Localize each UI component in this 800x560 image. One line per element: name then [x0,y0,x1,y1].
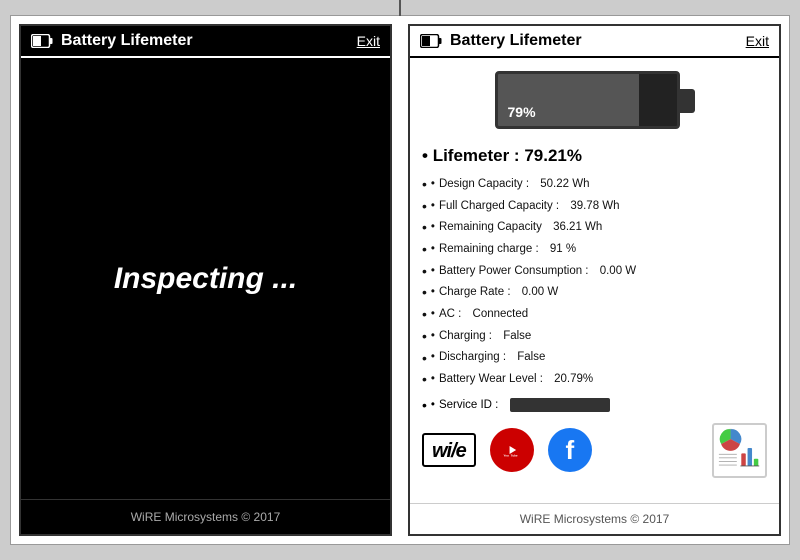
svg-text:Tube: Tube [511,454,518,458]
service-id-row: • Service ID : [422,397,767,413]
stat-value: 50.22 Wh [540,176,589,194]
stat-value: 36.21 Wh [553,219,602,237]
stat-value: False [517,349,545,367]
stat-label: Charging : [439,328,492,346]
stat-value: Connected [473,306,529,324]
left-panel-header: Battery Lifemeter Exit [21,26,390,58]
lifemeter-label: Lifemeter : [433,146,520,165]
service-id-label: Service ID : [439,399,498,411]
left-exit-button[interactable]: Exit [357,33,380,49]
service-id-value [510,398,610,412]
right-panel-footer: WiRE Microsystems © 2017 [410,503,779,534]
bottom-icons: wi/e You Tube f [422,423,767,478]
wire-logo: wi/e [422,433,476,467]
right-panel: Battery Lifemeter Exit 79% • Lifemeter :… [408,24,781,536]
stat-row: • Full Charged Capacity : 39.78 Wh [422,196,767,218]
stat-value: 0.00 W [600,263,636,281]
stat-row: • Discharging : False [422,348,767,370]
facebook-button[interactable]: f [548,428,592,472]
stat-row: • AC : Connected [422,304,767,326]
stat-label: Battery Power Consumption : [439,263,589,281]
gauge-tip [680,89,695,113]
right-exit-button[interactable]: Exit [746,33,769,49]
battery-header-icon-right [420,34,442,48]
right-panel-body: 79% • Lifemeter : 79.21% • Design Capaci… [410,58,779,503]
chart-icon [712,423,767,478]
right-panel-title: Battery Lifemeter [450,32,738,50]
main-container: Battery Lifemeter Exit Inspecting ... Wi… [10,15,790,545]
stat-row: • Remaining charge : 91 % [422,239,767,261]
left-panel-body: Inspecting ... [21,58,390,499]
svg-text:You: You [503,454,509,458]
lifemeter-line: • Lifemeter : 79.21% [422,146,767,166]
battery-header-icon-left [31,34,53,48]
stat-row: • Charging : False [422,326,767,348]
stat-label: Charge Rate : [439,284,511,302]
stat-value: 91 % [550,241,576,259]
gauge-body: 79% [495,71,680,129]
stat-row: • Design Capacity : 50.22 Wh [422,174,767,196]
right-panel-header: Battery Lifemeter Exit [410,26,779,58]
stat-label: Battery Wear Level : [439,371,543,389]
stat-label: Remaining charge : [439,241,539,259]
stat-label: AC : [439,306,461,324]
stat-row: • Charge Rate : 0.00 W [422,282,767,304]
stat-row: • Battery Power Consumption : 0.00 W [422,261,767,283]
left-panel: Battery Lifemeter Exit Inspecting ... Wi… [19,24,392,536]
stat-row: • Remaining Capacity 36.21 Wh [422,217,767,239]
stat-label: Design Capacity : [439,176,529,194]
stats-list: • Design Capacity : 50.22 Wh• Full Charg… [422,174,767,391]
stat-value: False [503,328,531,346]
stat-value: 39.78 Wh [570,198,619,216]
stat-value: 0.00 W [522,284,558,302]
stat-value: 20.79% [554,371,593,389]
stat-label: Remaining Capacity [439,219,542,237]
inspecting-status: Inspecting ... [114,262,297,296]
stat-label: Discharging : [439,349,506,367]
left-panel-title: Battery Lifemeter [61,32,349,50]
stat-row: • Battery Wear Level : 20.79% [422,369,767,391]
battery-gauge-container: 79% [422,66,767,136]
youtube-button[interactable]: You Tube [490,428,534,472]
stat-label: Full Charged Capacity : [439,198,559,216]
battery-gauge: 79% [495,66,695,136]
connector-line [399,0,401,16]
left-panel-footer: WiRE Microsystems © 2017 [21,499,390,534]
lifemeter-value: 79.21% [524,146,582,165]
gauge-percentage: 79% [508,104,536,120]
